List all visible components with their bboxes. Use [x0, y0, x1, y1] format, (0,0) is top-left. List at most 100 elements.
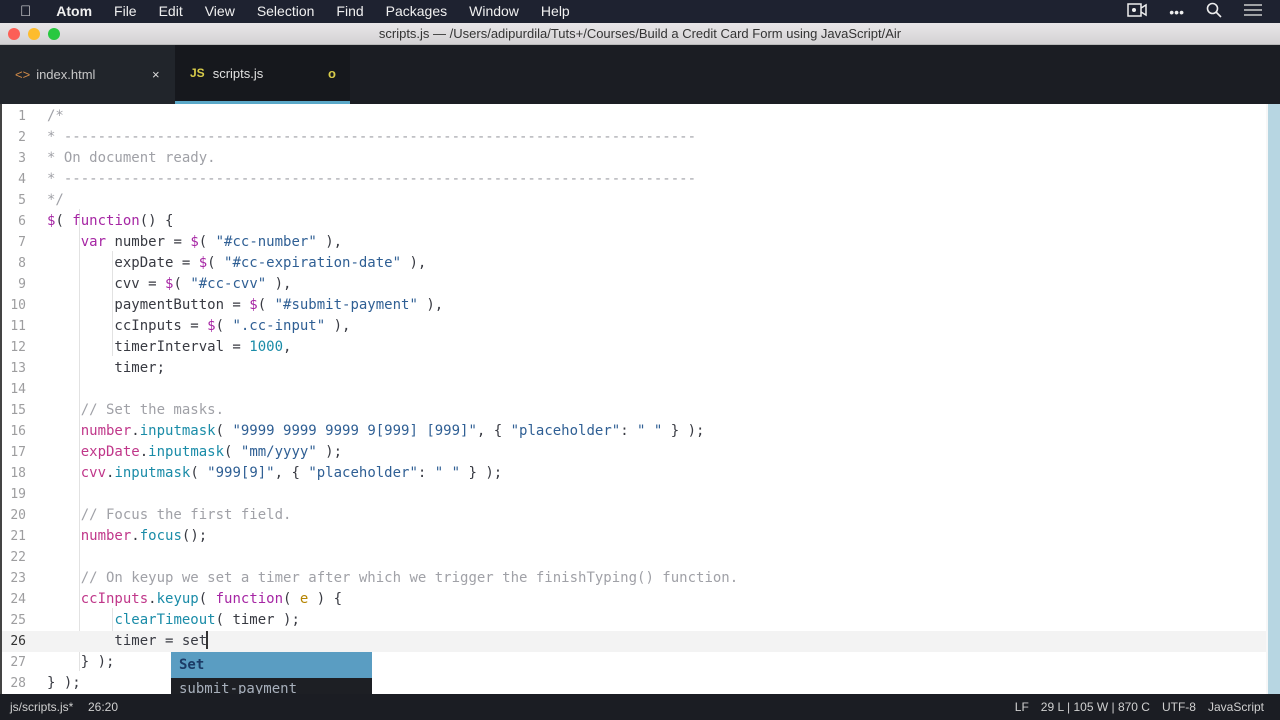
code-token: ),: [316, 234, 343, 250]
apple-icon[interactable]: : [0, 3, 45, 20]
code-text: timer = set: [47, 631, 207, 652]
camera-icon[interactable]: [1127, 3, 1148, 20]
code-editor[interactable]: 1 /* 2 * ----------------------------------…: [0, 104, 1266, 694]
status-bar: js/scripts.js* 26:20 LF 29 L | 105 W | 8…: [0, 694, 1280, 720]
tab-scripts-js[interactable]: JS scripts.js o: [175, 45, 350, 104]
close-window-button[interactable]: [8, 28, 20, 40]
code-line[interactable]: 9 cvv = $( "#cc-cvv" ),: [2, 274, 1266, 295]
code-line[interactable]: 24 ccInputs.keyup( function( e ) {: [2, 589, 1266, 610]
code-text: * On document ready.: [47, 148, 216, 169]
code-token: ) {: [308, 591, 343, 607]
status-grammar[interactable]: JavaScript: [1208, 694, 1264, 720]
code-text: timer;: [47, 358, 165, 379]
code-token: (: [207, 255, 225, 271]
menu-file[interactable]: File: [103, 0, 148, 23]
status-file-path[interactable]: js/scripts.js*: [10, 694, 73, 720]
tab-bar: <> index.html × JS scripts.js o: [0, 45, 1280, 104]
code-line[interactable]: 4 * -------------------------------------…: [2, 169, 1266, 190]
code-line[interactable]: 12 timerInterval = 1000,: [2, 337, 1266, 358]
code-token: .: [139, 444, 149, 460]
line-number: 27: [10, 655, 26, 670]
code-text: /*: [47, 106, 64, 127]
code-text: expDate.inputmask( "mm/yyyy" );: [47, 442, 342, 463]
list-icon[interactable]: [1244, 3, 1262, 20]
code-text: var number = $( "#cc-number" ),: [47, 232, 342, 253]
code-text: // On keyup we set a timer after which w…: [47, 568, 738, 589]
code-line[interactable]: 18 cvv.inputmask( "999[9]", { "placehold…: [2, 463, 1266, 484]
code-token: function: [215, 591, 284, 607]
window-title: scripts.js — /Users/adipurdila/Tuts+/Cou…: [378, 26, 902, 41]
code-line[interactable]: 3 * On document ready.: [2, 148, 1266, 169]
code-token: } );: [47, 654, 115, 670]
code-line[interactable]: 25 clearTimeout( timer );: [2, 610, 1266, 631]
vertical-scrollbar[interactable]: [1266, 104, 1280, 694]
code-line[interactable]: 17 expDate.inputmask( "mm/yyyy" );: [2, 442, 1266, 463]
modified-indicator-icon: o: [328, 65, 336, 81]
code-line[interactable]: 6 $( function() {: [2, 211, 1266, 232]
autocomplete-item[interactable]: submit-payment: [171, 678, 372, 694]
code-token: " ": [637, 423, 663, 439]
code-line[interactable]: 5 */: [2, 190, 1266, 211]
line-number: 5: [18, 193, 26, 208]
line-number: 8: [18, 256, 26, 271]
text-cursor: [206, 631, 208, 649]
status-encoding[interactable]: UTF-8: [1162, 694, 1196, 720]
code-line[interactable]: 15 // Set the masks.: [2, 400, 1266, 421]
code-line[interactable]: 1 /*: [2, 106, 1266, 127]
menu-atom[interactable]: Atom: [45, 0, 103, 23]
menu-edit[interactable]: Edit: [148, 0, 194, 23]
html-file-icon: <>: [15, 67, 31, 82]
code-line[interactable]: 14: [2, 379, 1266, 400]
search-icon[interactable]: [1206, 2, 1222, 21]
menu-find[interactable]: Find: [325, 0, 374, 23]
code-token: ();: [181, 528, 208, 544]
scrollbar-thumb[interactable]: [1268, 104, 1280, 694]
close-tab-icon[interactable]: ×: [152, 67, 160, 82]
menu-packages[interactable]: Packages: [375, 0, 458, 23]
more-icon[interactable]: •••: [1169, 4, 1184, 20]
line-number: 21: [10, 529, 26, 544]
code-text: number.inputmask( "9999 9999 9999 9[999]…: [47, 421, 705, 442]
code-token: // Focus the first field.: [80, 507, 292, 523]
menu-help[interactable]: Help: [530, 0, 581, 23]
code-line[interactable]: 21 number.focus();: [2, 526, 1266, 547]
code-line[interactable]: 26 timer = set: [2, 631, 1266, 652]
code-line[interactable]: 20 // Focus the first field.: [2, 505, 1266, 526]
tab-index-html[interactable]: <> index.html ×: [0, 45, 175, 104]
code-token: focus: [139, 528, 182, 544]
code-line[interactable]: 22: [2, 547, 1266, 568]
code-line[interactable]: 16 number.inputmask( "9999 9999 9999 9[9…: [2, 421, 1266, 442]
minimize-window-button[interactable]: [28, 28, 40, 40]
autocomplete-item-selected[interactable]: Set: [171, 652, 372, 678]
code-token: var: [80, 234, 107, 250]
code-token: (: [257, 297, 275, 313]
status-line-ending[interactable]: LF: [1015, 694, 1029, 720]
code-line[interactable]: 7 var number = $( "#cc-number" ),: [2, 232, 1266, 253]
status-cursor-position[interactable]: 26:20: [88, 694, 118, 720]
code-token: ccInputs =: [47, 318, 208, 334]
code-text: ccInputs.keyup( function( e ) {: [47, 589, 342, 610]
zoom-window-button[interactable]: [48, 28, 60, 40]
code-line[interactable]: 11 ccInputs = $( ".cc-input" ),: [2, 316, 1266, 337]
code-line[interactable]: 10 paymentButton = $( "#submit-payment" …: [2, 295, 1266, 316]
code-text: number.focus();: [47, 526, 207, 547]
code-token: "placeholder": [308, 465, 418, 481]
code-line[interactable]: 13 timer;: [2, 358, 1266, 379]
code-text: * --------------------------------------…: [47, 169, 696, 190]
code-token: * On document ready.: [47, 150, 216, 166]
code-line[interactable]: 8 expDate = $( "#cc-expiration-date" ),: [2, 253, 1266, 274]
code-token: inputmask: [139, 423, 216, 439]
code-line[interactable]: 23 // On keyup we set a timer after whic…: [2, 568, 1266, 589]
menu-window[interactable]: Window: [458, 0, 530, 23]
menu-view[interactable]: View: [194, 0, 246, 23]
code-token: 1000: [249, 339, 284, 355]
code-line[interactable]: 19: [2, 484, 1266, 505]
code-line[interactable]: 2 * -------------------------------------…: [2, 127, 1266, 148]
code-token: number: [80, 528, 132, 544]
code-token: (: [215, 423, 233, 439]
status-word-count: 29 L | 105 W | 870 C: [1040, 700, 1150, 714]
menu-selection[interactable]: Selection: [246, 0, 326, 23]
code-token: "#submit-payment": [274, 297, 418, 313]
